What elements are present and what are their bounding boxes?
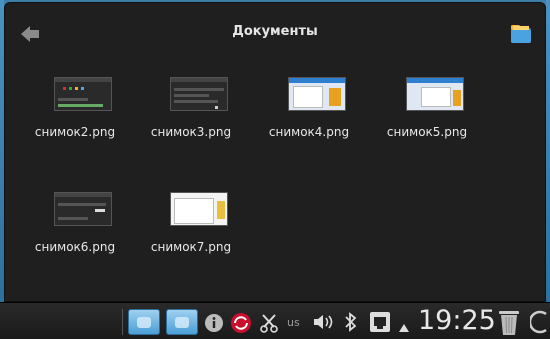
file-name: снимок5.png <box>386 125 468 139</box>
file-item[interactable]: снимок5.png <box>377 73 477 153</box>
titlebar: Документы <box>5 3 545 61</box>
folder-icon[interactable] <box>128 309 160 335</box>
file-manager-window: Документы снимок2.png снимок3.png снимок… <box>4 2 546 302</box>
file-name: снимок3.png <box>150 125 232 139</box>
scissors-icon[interactable] <box>260 313 278 337</box>
folder-button[interactable] <box>509 21 533 45</box>
file-item[interactable]: снимок3.png <box>141 73 241 153</box>
file-thumbnail <box>406 77 464 111</box>
desktop-wallpaper-right <box>546 0 550 303</box>
file-thumbnail <box>288 77 346 111</box>
tray-arrow-icon[interactable] <box>399 317 409 336</box>
file-item[interactable]: снимок4.png <box>259 73 359 153</box>
file-name: снимок7.png <box>150 240 232 254</box>
power-icon[interactable] <box>528 310 550 338</box>
file-thumbnail <box>170 77 228 111</box>
network-icon[interactable] <box>369 311 391 337</box>
keyboard-layout-indicator[interactable]: us <box>287 316 300 329</box>
taskbar: us 19:25 <box>0 302 550 339</box>
file-name: снимок6.png <box>34 240 116 254</box>
info-icon[interactable] <box>204 313 224 337</box>
file-thumbnail <box>54 77 112 111</box>
file-name: снимок4.png <box>268 125 350 139</box>
trash-icon[interactable] <box>496 308 522 339</box>
volume-icon[interactable] <box>313 314 333 334</box>
window-title: Документы <box>232 24 318 39</box>
file-item[interactable]: снимок6.png <box>25 188 125 268</box>
file-name: снимок2.png <box>34 125 116 139</box>
folder-icon[interactable] <box>166 309 198 335</box>
clock[interactable]: 19:25 <box>418 305 496 336</box>
file-item[interactable]: снимок7.png <box>141 188 241 268</box>
file-thumbnail <box>170 192 228 226</box>
folder-icon <box>511 25 531 43</box>
bluetooth-icon[interactable] <box>344 312 358 336</box>
file-thumbnail <box>54 192 112 226</box>
file-item[interactable]: снимок2.png <box>25 73 125 153</box>
taskbar-separator <box>122 309 123 335</box>
update-icon[interactable] <box>230 312 252 338</box>
